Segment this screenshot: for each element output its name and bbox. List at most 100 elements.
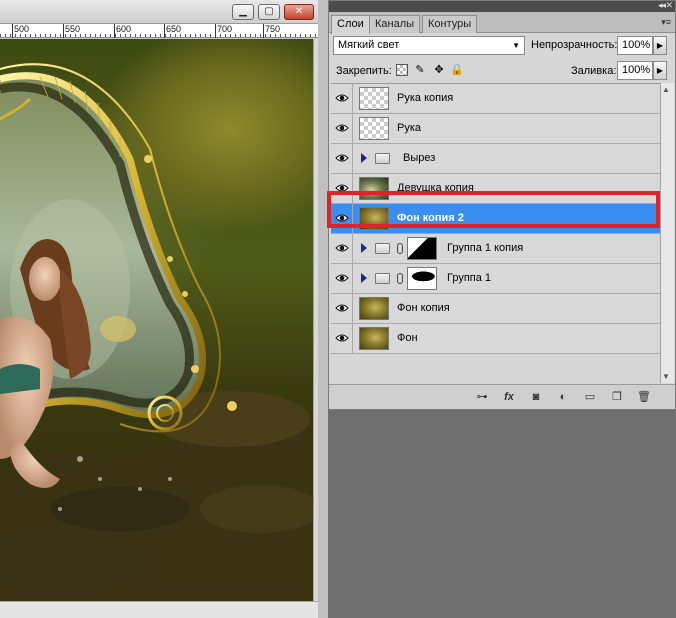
trash-icon[interactable]: 🗑 — [636, 390, 652, 404]
eye-icon[interactable] — [335, 273, 349, 283]
mask-icon[interactable]: ◙ — [528, 390, 544, 404]
chevron-down-icon: ▼ — [512, 41, 520, 50]
close-button[interactable]: ✕ — [284, 4, 314, 20]
document-window: ▁ ▢ ✕ 500 550 600 650 700 750 — [0, 0, 318, 618]
layer-thumbnail — [359, 117, 389, 140]
folder-icon — [375, 243, 390, 254]
visibility-toggle[interactable] — [331, 84, 353, 113]
document-titlebar[interactable]: ▁ ▢ ✕ — [0, 0, 318, 24]
layers-scrollbar[interactable]: ▲ ▼ — [660, 83, 674, 383]
close-panel-button[interactable]: ✕ — [665, 0, 673, 11]
layer-row[interactable]: Рука копия — [331, 84, 660, 114]
layer-row[interactable]: Девушка копия — [331, 174, 660, 204]
visibility-toggle[interactable] — [331, 264, 353, 293]
adjustment-icon[interactable]: ◐ — [555, 390, 571, 404]
layer-row[interactable]: Фон — [331, 324, 660, 354]
panel-tab-row: Слои Каналы Контуры ▾≡ — [329, 12, 675, 34]
layer-thumbnail — [359, 327, 389, 350]
maximize-button[interactable]: ▢ — [258, 4, 280, 20]
opacity-input[interactable]: 100% — [617, 36, 653, 55]
layer-name[interactable]: Рука — [397, 122, 421, 134]
collage-artwork — [0, 63, 313, 601]
collapse-panel-button[interactable]: ◂◂ — [658, 0, 666, 11]
panel-menu-icon[interactable]: ▾≡ — [661, 17, 671, 28]
visibility-toggle[interactable] — [331, 114, 353, 143]
layer-group-row[interactable]: Вырез — [331, 144, 660, 174]
ruler-major-tick — [12, 24, 13, 38]
eye-icon[interactable] — [335, 213, 349, 223]
panel-header-bar[interactable]: ◂◂ ✕ — [329, 0, 675, 12]
blend-mode-value: Мягкий свет — [338, 39, 400, 51]
layer-name[interactable]: Рука копия — [397, 92, 453, 104]
new-group-icon[interactable]: ▭ — [582, 390, 598, 404]
visibility-toggle[interactable] — [331, 294, 353, 323]
fill-slider-arrow-icon[interactable]: ▶ — [653, 61, 667, 80]
eye-icon[interactable] — [335, 243, 349, 253]
layer-group-row[interactable]: Группа 1 копия — [331, 234, 660, 264]
tab-paths[interactable]: Контуры — [422, 15, 478, 33]
horizontal-ruler[interactable]: 500 550 600 650 700 750 — [0, 24, 318, 38]
layer-thumbnail — [359, 177, 389, 200]
layer-thumbnail — [359, 207, 389, 230]
eye-icon[interactable] — [335, 333, 349, 343]
fill-input[interactable]: 100% — [617, 61, 653, 80]
lock-position-move-icon[interactable]: ✥ — [432, 63, 446, 77]
mask-link-chain-icon[interactable] — [397, 243, 403, 254]
layer-name[interactable]: Вырез — [403, 152, 435, 164]
expand-group-triangle-icon[interactable] — [361, 273, 367, 283]
layer-row-selected[interactable]: Фон копия 2 — [331, 204, 660, 234]
link-layers-icon[interactable]: ⊶ — [474, 390, 490, 404]
expand-group-triangle-icon[interactable] — [361, 153, 367, 163]
layer-mask-thumbnail[interactable] — [407, 237, 437, 260]
folder-icon — [375, 153, 390, 164]
new-layer-icon[interactable]: ❐ — [609, 390, 625, 404]
fx-icon[interactable]: fx — [501, 390, 517, 404]
mask-link-chain-icon[interactable] — [397, 273, 403, 284]
ruler-label: 700 — [217, 24, 234, 34]
layer-name[interactable]: Девушка копия — [397, 182, 474, 194]
lock-pixels-brush-icon[interactable]: ✎ — [413, 63, 427, 77]
layers-panel: ◂◂ ✕ Слои Каналы Контуры ▾≡ Мягкий свет … — [328, 0, 676, 410]
eye-icon[interactable] — [335, 123, 349, 133]
ruler-label: 600 — [116, 24, 133, 34]
layer-name[interactable]: Фон — [397, 332, 418, 344]
eye-icon[interactable] — [335, 183, 349, 193]
visibility-toggle[interactable] — [331, 324, 353, 353]
blend-mode-select[interactable]: Мягкий свет ▼ — [333, 36, 525, 55]
layer-group-row[interactable]: Группа 1 — [331, 264, 660, 294]
layer-row[interactable]: Фон копия — [331, 294, 660, 324]
layers-list: Рука копия Рука Вырез Девушка копия Фон … — [331, 83, 660, 383]
eye-icon[interactable] — [335, 153, 349, 163]
ruler-major-tick — [215, 24, 216, 38]
eye-icon[interactable] — [335, 303, 349, 313]
panel-dock-gutter — [318, 0, 328, 618]
lock-all-padlock-icon[interactable]: 🔒 — [450, 63, 464, 77]
eye-icon[interactable] — [335, 93, 349, 103]
opacity-label: Непрозрачность: — [531, 39, 618, 51]
visibility-toggle[interactable] — [331, 144, 353, 173]
lock-transparency-icon[interactable] — [396, 64, 408, 76]
layer-thumbnail — [359, 297, 389, 320]
visibility-toggle[interactable] — [331, 204, 353, 233]
ruler-major-tick — [263, 24, 264, 38]
ruler-major-tick — [63, 24, 64, 38]
layer-name[interactable]: Группа 1 — [447, 272, 491, 284]
layer-name[interactable]: Фон копия 2 — [397, 212, 464, 224]
vertical-scrollbar[interactable] — [313, 39, 318, 601]
image-canvas[interactable] — [0, 39, 313, 601]
lock-label: Закрепить: — [336, 65, 392, 77]
opacity-slider-arrow-icon[interactable]: ▶ — [653, 36, 667, 55]
layer-row[interactable]: Рука — [331, 114, 660, 144]
tab-layers[interactable]: Слои — [331, 15, 370, 34]
scroll-down-arrow-icon[interactable]: ▼ — [662, 372, 670, 381]
expand-group-triangle-icon[interactable] — [361, 243, 367, 253]
minimize-button[interactable]: ▁ — [232, 4, 254, 20]
visibility-toggle[interactable] — [331, 174, 353, 203]
tab-channels[interactable]: Каналы — [369, 15, 421, 33]
horizontal-scrollbar[interactable] — [0, 601, 318, 618]
visibility-toggle[interactable] — [331, 234, 353, 263]
layer-name[interactable]: Группа 1 копия — [447, 242, 523, 254]
layer-mask-thumbnail[interactable] — [407, 267, 437, 290]
scroll-up-arrow-icon[interactable]: ▲ — [662, 85, 670, 94]
layer-name[interactable]: Фон копия — [397, 302, 450, 314]
